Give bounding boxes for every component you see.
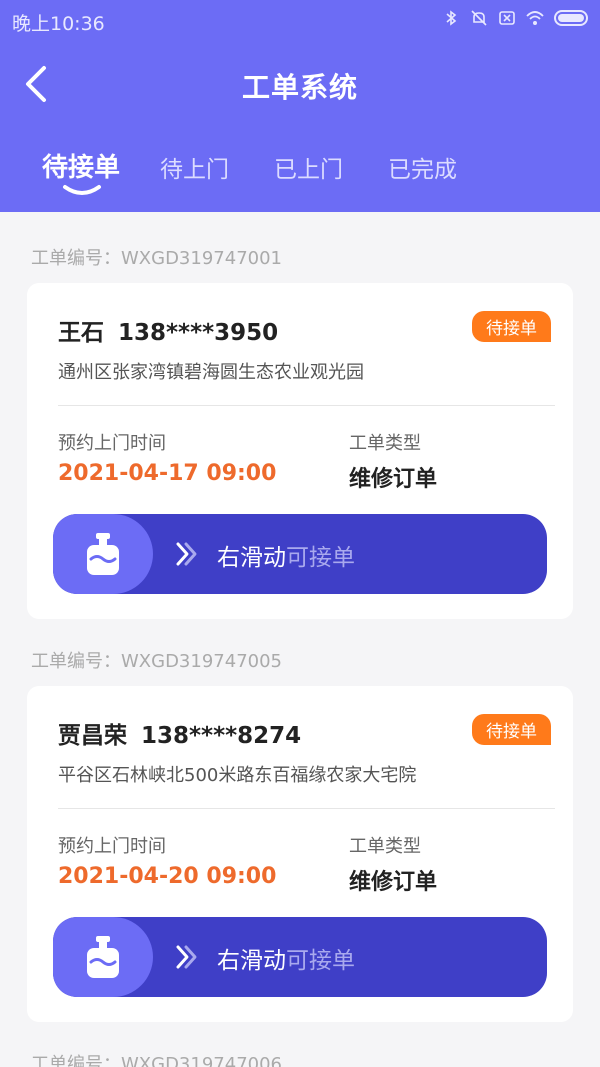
order-type: 维修订单 [349, 467, 438, 492]
tab-active-indicator [63, 185, 101, 195]
hand-soap-icon [87, 936, 119, 978]
double-chevron-right-icon [176, 542, 197, 566]
appointment-time: 2021-04-20 09:00 [58, 864, 277, 889]
order-type-label: 工单类型 [349, 433, 421, 454]
slider-hint: 右滑动可接单 [217, 538, 355, 572]
slider-handle[interactable] [53, 514, 153, 594]
swipe-to-accept-slider[interactable]: 右滑动可接单 [53, 514, 547, 594]
slider-handle[interactable] [53, 917, 153, 997]
no-sim-icon [499, 11, 515, 25]
appointment-time: 2021-04-17 09:00 [58, 461, 277, 486]
order-card[interactable]: 贾昌荣 138****8274 待接单 平谷区石林峡北500米路东百福缘农家大宅院… [27, 686, 573, 1022]
hand-soap-icon [87, 533, 119, 575]
slider-hint-part-a: 右滑动 [217, 545, 286, 571]
customer-name: 王石 [58, 320, 104, 346]
slider-hint: 右滑动可接单 [217, 941, 355, 975]
status-time: 晚上10:36 [12, 13, 105, 35]
customer-line: 贾昌荣 138****8274 [58, 716, 301, 750]
order-number-label: 工单编号：WXGD319747001 [31, 248, 283, 269]
app-header: 晚上10:36 工单系统 待接单 待上门 已上门 已完成 [0, 0, 600, 212]
status-icons [442, 9, 588, 27]
order-type-label: 工单类型 [349, 836, 421, 857]
order-number-label: 工单编号：WXGD319747005 [31, 651, 283, 672]
mute-icon [471, 10, 487, 26]
appointment-time-label: 预约上门时间 [58, 836, 166, 857]
page-title: 工单系统 [241, 71, 358, 104]
tab-pending-accept[interactable]: 待接单 [42, 147, 120, 184]
customer-line: 王石 138****3950 [58, 313, 278, 347]
customer-address: 通州区张家湾镇碧海圆生态农业观光园 [58, 362, 364, 383]
slider-hint-part-a: 右滑动 [217, 948, 286, 974]
order-card[interactable]: 王石 138****3950 待接单 通州区张家湾镇碧海圆生态农业观光园 预约上门… [27, 283, 573, 619]
tab-completed[interactable]: 已完成 [388, 150, 457, 184]
customer-name: 贾昌荣 [58, 723, 127, 749]
customer-phone: 138****8274 [141, 723, 302, 749]
divider [58, 405, 555, 406]
status-bar: 晚上10:36 [0, 0, 600, 40]
tab-pending-visit[interactable]: 待上门 [160, 150, 229, 184]
customer-phone: 138****3950 [118, 320, 279, 346]
order-type: 维修订单 [349, 870, 438, 895]
appointment-time-label: 预约上门时间 [58, 433, 166, 454]
status-badge: 待接单 [472, 714, 551, 745]
wifi-icon [526, 11, 544, 25]
order-number-label: 工单编号：WXGD319747006 [31, 1054, 283, 1067]
double-chevron-right-icon [176, 945, 197, 969]
tab-bar: 待接单 待上门 已上门 已完成 [0, 150, 600, 200]
bluetooth-icon [446, 10, 457, 26]
status-badge: 待接单 [472, 311, 551, 342]
divider [58, 808, 555, 809]
slider-hint-part-b: 可接单 [286, 948, 355, 974]
tab-visited[interactable]: 已上门 [274, 150, 343, 184]
battery-icon [554, 10, 588, 26]
swipe-to-accept-slider[interactable]: 右滑动可接单 [53, 917, 547, 997]
slider-hint-part-b: 可接单 [286, 545, 355, 571]
customer-address: 平谷区石林峡北500米路东百福缘农家大宅院 [58, 765, 417, 786]
